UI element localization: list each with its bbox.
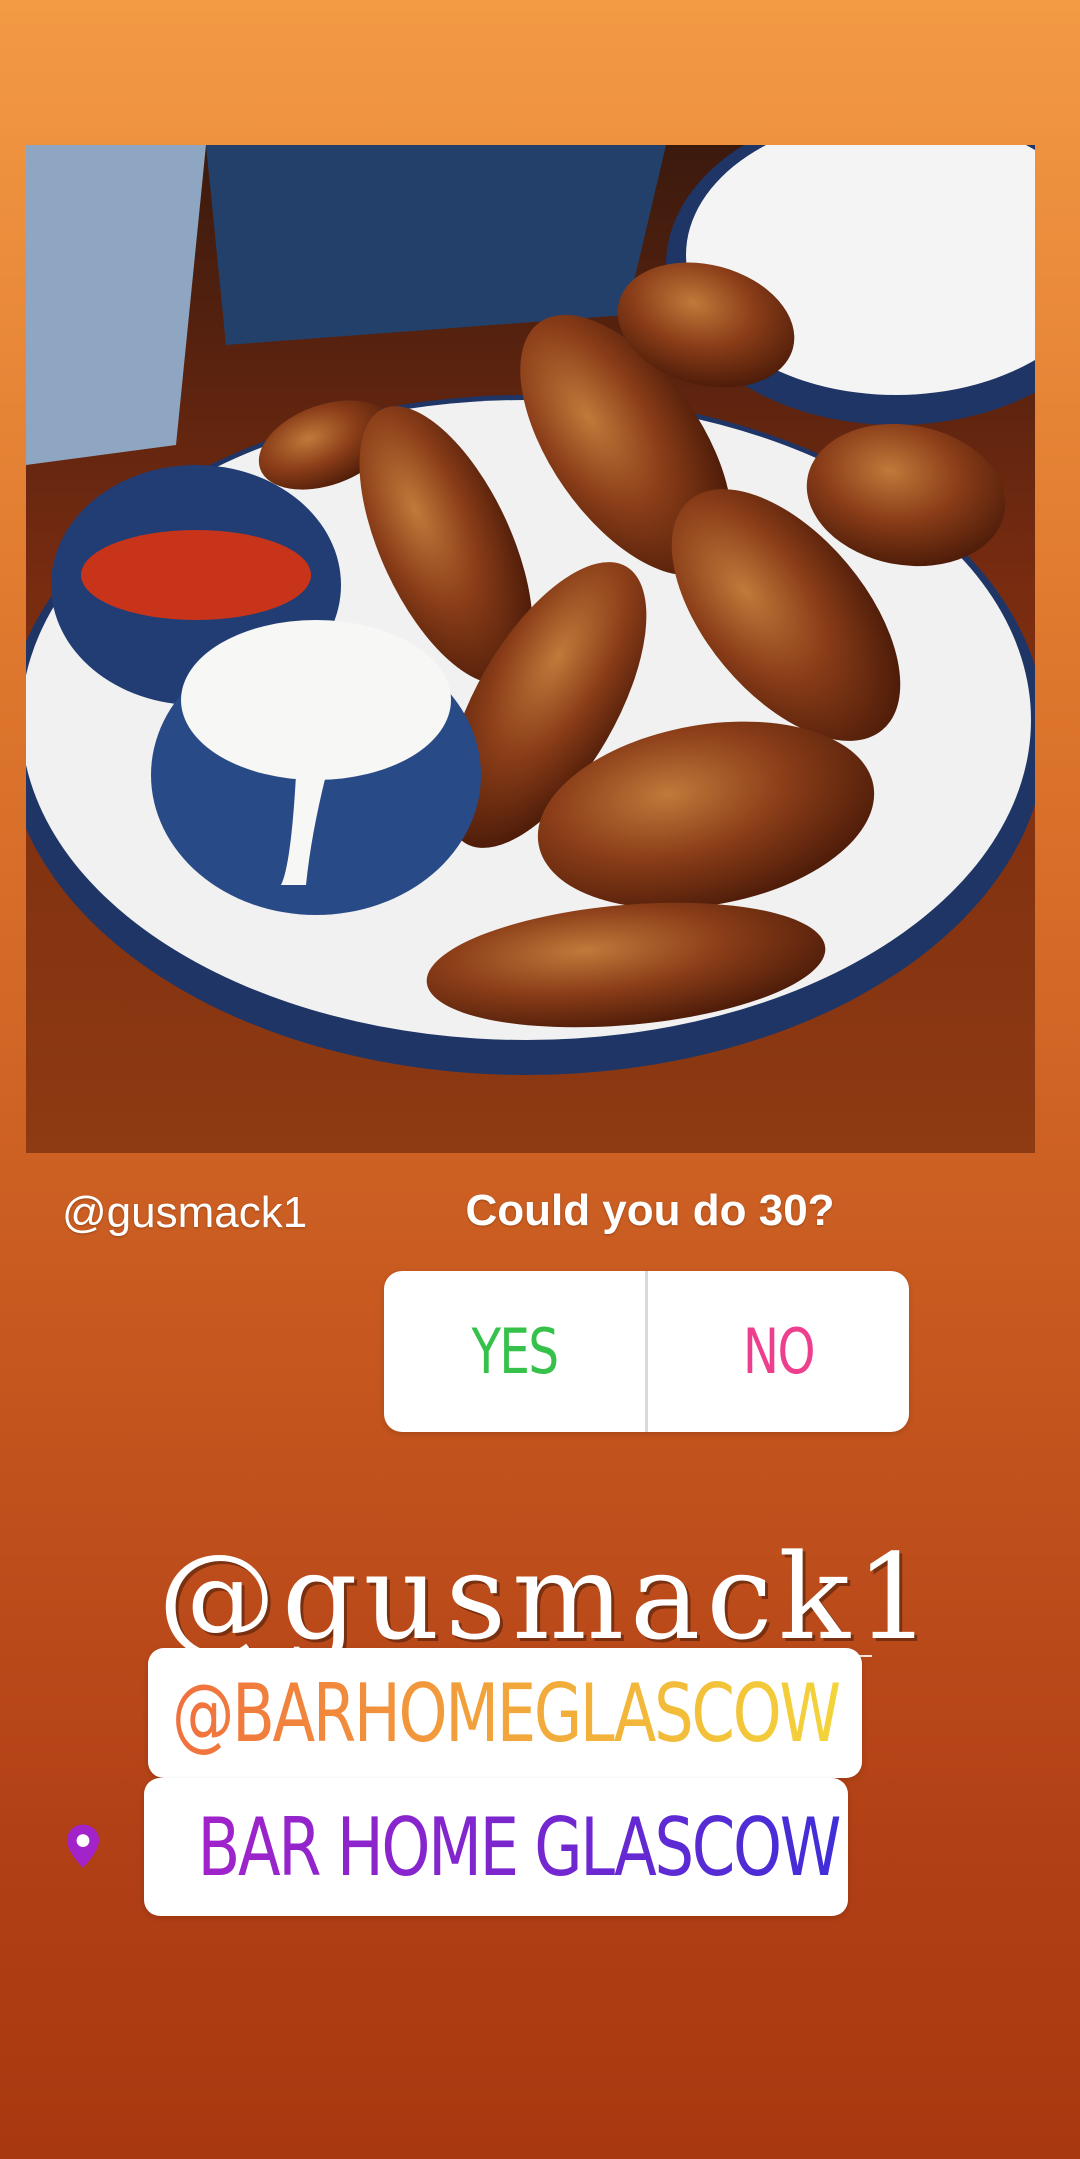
poll-question: Could you do 30?	[465, 1186, 835, 1235]
poll-sticker: YES NO	[384, 1271, 909, 1432]
poll-option-yes[interactable]: YES	[413, 1271, 617, 1432]
mention-text-large[interactable]: @gusmack1	[158, 1528, 937, 1666]
location-sticker[interactable]: BAR HOME GLASCOW	[66, 1778, 848, 1916]
location-pin-icon	[66, 1824, 99, 1868]
poll-divider	[645, 1271, 648, 1432]
poll-option-no[interactable]: NO	[677, 1271, 881, 1432]
mention-sticker[interactable]: @BARHOMEGLASCOW	[148, 1648, 862, 1778]
photo-credit[interactable]: @gusmack1	[62, 1188, 307, 1238]
story-photo	[26, 145, 1035, 1153]
mention-sticker-label: @BARHOMEGLASCOW	[171, 1666, 841, 1760]
location-sticker-label: BAR HOME GLASCOW	[197, 1800, 841, 1894]
